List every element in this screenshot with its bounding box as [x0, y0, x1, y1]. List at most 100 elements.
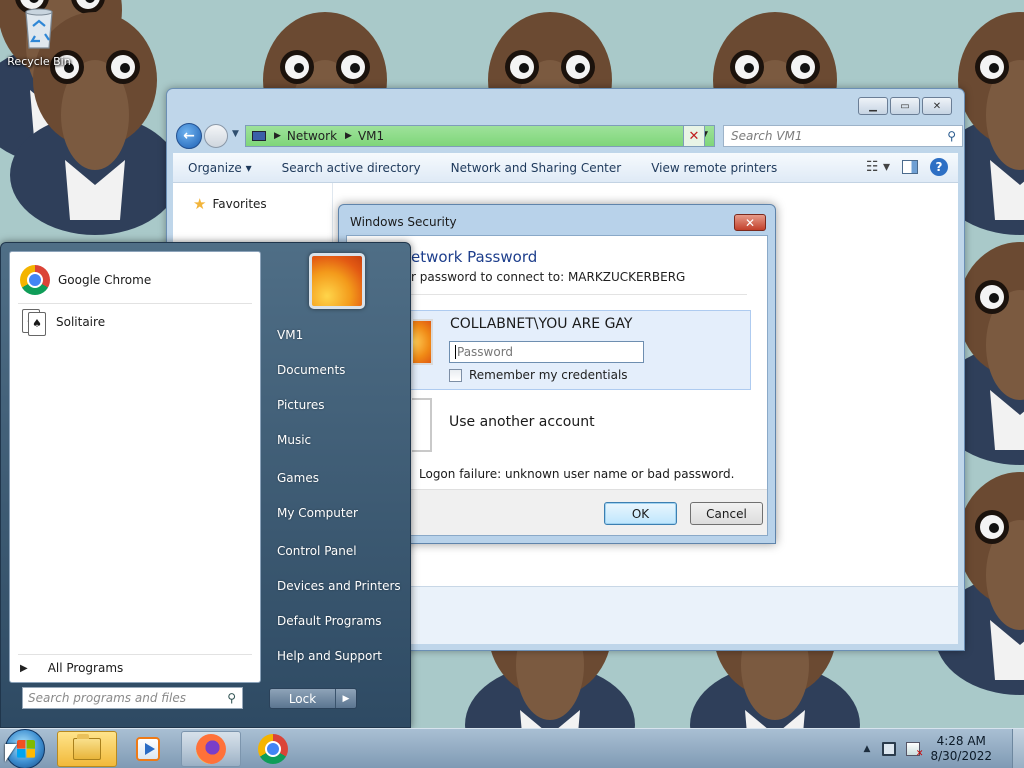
search-input[interactable]: Search VM1 ⚲ [723, 125, 963, 147]
mouse-cursor-icon [5, 744, 17, 762]
start-link-default-programs[interactable]: Default Programs [277, 614, 382, 628]
start-link-devices-printers[interactable]: Devices and Printers [277, 579, 401, 593]
favorites-label: Favorites [212, 197, 267, 211]
recent-pages-dropdown[interactable]: ▼ [232, 129, 239, 139]
lock-button[interactable]: Lock ▶ [269, 688, 357, 709]
address-bar[interactable]: ▶ Network ▶ VM1 ▼ [245, 125, 715, 147]
clock-time: 4:28 AM [936, 734, 986, 748]
dialog-close-button[interactable]: ✕ [734, 214, 766, 231]
clock[interactable]: 4:28 AM 8/30/2022 [930, 734, 992, 764]
start-link-my-computer[interactable]: My Computer [277, 506, 358, 520]
show-hidden-icons-chevron-icon[interactable]: ▲ [864, 744, 871, 754]
credential-tile[interactable]: COLLABNET\YOU ARE GAY Password Remember … [407, 310, 751, 390]
shutdown-options-arrow-icon[interactable]: ▶ [336, 689, 356, 708]
back-button[interactable]: ← [176, 123, 202, 149]
arrow-right-icon: ▶ [20, 662, 28, 674]
recycle-bin-label: Recycle Bin [7, 55, 71, 68]
start-menu: Google Chrome ♠ ♠ Solitaire ▶ All Progra… [0, 242, 411, 728]
network-tray-icon[interactable] [882, 742, 897, 756]
ok-button[interactable]: OK [604, 502, 677, 525]
dialog-heading: etwork Password [411, 248, 538, 266]
navigation-bar: ← ▼ ▶ Network ▶ VM1 ▼ ✕ Search VM1 ⚲ [175, 123, 963, 149]
windows-logo-icon [17, 740, 35, 758]
start-link-control-panel[interactable]: Control Panel [277, 544, 357, 558]
remember-checkbox[interactable] [449, 368, 462, 382]
folder-icon [73, 734, 101, 760]
lock-label[interactable]: Lock [270, 689, 336, 708]
taskbar-explorer[interactable] [57, 731, 117, 767]
firefox-icon [196, 734, 226, 764]
network-sharing-center-button[interactable]: Network and Sharing Center [436, 161, 637, 175]
breadcrumb-vm1[interactable]: VM1 [358, 129, 384, 143]
taskbar-chrome[interactable] [243, 731, 303, 767]
system-tray: ▲ 4:28 AM 8/30/2022 [864, 729, 1024, 768]
start-link-documents[interactable]: Documents [277, 363, 345, 377]
close-icon: ✕ [688, 128, 700, 144]
text-caret [455, 345, 456, 359]
dialog-title: Windows Security [350, 215, 457, 229]
start-link-pictures[interactable]: Pictures [277, 398, 325, 412]
recycle-bin-icon [25, 8, 53, 49]
divider [407, 294, 747, 295]
program-google-chrome[interactable]: Google Chrome [14, 260, 258, 300]
organize-button[interactable]: Organize ▾ [173, 161, 267, 175]
window-controls: ▁ ▭ ✕ [858, 97, 952, 115]
volume-muted-icon[interactable] [906, 742, 923, 759]
start-search-placeholder: Search programs and files [28, 691, 186, 705]
network-icon [252, 131, 266, 141]
start-link-help-support[interactable]: Help and Support [277, 649, 382, 663]
taskbar-media-player[interactable] [118, 731, 178, 767]
minimize-button[interactable]: ▁ [858, 97, 888, 115]
start-search-input[interactable]: Search programs and files ⚲ [22, 687, 243, 709]
start-link-games[interactable]: Games [277, 471, 319, 485]
start-link-vm1[interactable]: VM1 [277, 328, 303, 342]
close-button[interactable]: ✕ [922, 97, 952, 115]
use-another-account-tile[interactable]: Use another account [407, 396, 751, 454]
use-another-account-label: Use another account [449, 414, 595, 430]
logon-error-message: Logon failure: unknown user name or bad … [419, 467, 735, 481]
nav-item-favorites[interactable]: ★ Favorites [193, 195, 267, 213]
maximize-button[interactable]: ▭ [890, 97, 920, 115]
dialog-subheading: r password to connect to: MARKZUCKERBERG [411, 270, 686, 284]
taskbar: ▲ 4:28 AM 8/30/2022 [0, 728, 1024, 768]
breadcrumb-separator-icon[interactable]: ▶ [274, 131, 281, 141]
password-field[interactable]: Password [449, 341, 644, 363]
search-placeholder: Search VM1 [731, 129, 803, 143]
taskbar-firefox[interactable] [181, 731, 241, 767]
user-tile-icon [413, 319, 433, 365]
recycle-bin-shortcut[interactable]: Recycle Bin [6, 6, 72, 68]
search-icon[interactable]: ⚲ [227, 691, 236, 705]
user-avatar[interactable] [309, 253, 365, 309]
all-programs-button[interactable]: ▶ All Programs [20, 661, 123, 675]
change-view-icon[interactable]: ☷ ▾ [866, 159, 890, 175]
cancel-button[interactable]: Cancel [690, 502, 763, 525]
all-programs-label: All Programs [47, 661, 124, 675]
help-icon[interactable]: ? [930, 158, 948, 176]
forward-button[interactable] [204, 124, 228, 148]
start-link-music[interactable]: Music [277, 433, 311, 447]
media-player-icon [136, 737, 160, 761]
search-active-directory-button[interactable]: Search active directory [267, 161, 436, 175]
back-arrow-icon: ← [183, 128, 195, 144]
search-icon[interactable]: ⚲ [947, 129, 956, 143]
program-label: Solitaire [56, 315, 106, 329]
chrome-icon [258, 734, 288, 764]
command-bar: Organize ▾ Search active directory Netwo… [173, 153, 958, 183]
show-desktop-button[interactable] [1012, 729, 1024, 768]
clock-date: 8/30/2022 [930, 749, 992, 763]
start-menu-programs-pane: Google Chrome ♠ ♠ Solitaire ▶ All Progra… [9, 251, 261, 683]
credential-username: COLLABNET\YOU ARE GAY [450, 316, 633, 332]
remember-credentials[interactable]: Remember my credentials [449, 368, 628, 382]
program-solitaire[interactable]: ♠ ♠ Solitaire [14, 302, 258, 342]
breadcrumb-network[interactable]: Network [287, 129, 337, 143]
program-label: Google Chrome [58, 273, 152, 287]
chrome-icon [20, 265, 50, 295]
password-placeholder: Password [457, 345, 514, 359]
stop-loading-button[interactable]: ✕ [683, 125, 705, 147]
remember-label: Remember my credentials [469, 368, 628, 382]
view-remote-printers-button[interactable]: View remote printers [636, 161, 792, 175]
divider [18, 654, 252, 655]
preview-pane-icon[interactable] [902, 160, 918, 174]
breadcrumb-separator-icon[interactable]: ▶ [345, 131, 352, 141]
star-icon: ★ [193, 195, 207, 213]
